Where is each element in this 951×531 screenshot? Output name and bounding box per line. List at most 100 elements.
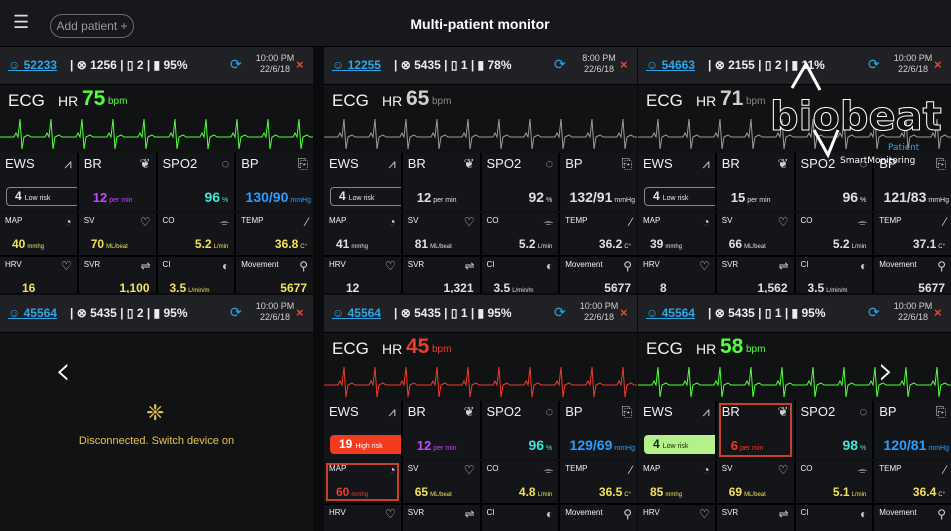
sync-icon[interactable]: ⟳ bbox=[554, 304, 566, 321]
br-tile[interactable]: BR ❦ 6 per min bbox=[716, 401, 794, 459]
svr-tile[interactable]: SVR⇌ 1,552 bbox=[402, 505, 480, 531]
ci-unit: L/min/m bbox=[512, 288, 534, 293]
bp-tile[interactable]: BP ⎘ 132/91 mmHg bbox=[560, 153, 637, 211]
map-tile[interactable]: MAP ◔ 39 mmhg bbox=[638, 213, 715, 255]
sv-label: SV bbox=[721, 216, 733, 225]
map-tile[interactable]: MAP ◔ 40 mmhg bbox=[0, 213, 77, 255]
sync-icon[interactable]: ⟳ bbox=[868, 304, 880, 321]
hrv-tile[interactable]: HRV ♡ 16 bbox=[0, 257, 77, 293]
bp-tile[interactable]: BP ⎘ 130/90 mmHg bbox=[236, 153, 313, 211]
close-icon[interactable]: × bbox=[934, 305, 942, 320]
bp-number: 129/69 bbox=[569, 437, 613, 453]
co-tile[interactable]: CO ⌯ 5.2 L/min bbox=[157, 213, 235, 255]
close-icon[interactable]: × bbox=[620, 57, 628, 72]
ci-tile[interactable]: CI◐ 3.2L/min/m bbox=[481, 505, 559, 531]
spo2-tile[interactable]: SPO2 ◌ 96% bbox=[795, 153, 873, 211]
movement-tile[interactable]: Movement⚲ 1125 bbox=[560, 505, 637, 531]
patient-id-link[interactable]: ☺ 54663 bbox=[646, 58, 695, 72]
close-icon[interactable]: × bbox=[934, 57, 942, 72]
patient-id-link[interactable]: ☺ 52233 bbox=[8, 58, 57, 72]
hrv-tile[interactable]: HRV ♡ 8 bbox=[638, 257, 715, 293]
hrv-tile[interactable]: HRV♡ 60 bbox=[324, 505, 401, 531]
ews-tile[interactable]: EWS ⩘ 4 Low risk bbox=[324, 153, 401, 211]
co-tile[interactable]: CO ⌯ 5.2 L/min bbox=[795, 213, 873, 255]
hamburger-icon[interactable]: ☰ bbox=[13, 13, 31, 31]
patient-id-link[interactable]: ☺ 45564 bbox=[8, 306, 57, 320]
sv-tile[interactable]: SV ♡ 69 ML/beat bbox=[716, 461, 794, 503]
br-tile[interactable]: BR ❦ 12 per min bbox=[402, 401, 480, 459]
spo2-tile[interactable]: SPO2 ◌ 96% bbox=[481, 401, 559, 459]
movement-tile[interactable]: Movement⚲ 442 bbox=[874, 505, 951, 531]
sync-icon[interactable]: ⟳ bbox=[230, 304, 242, 321]
ci-label: CI bbox=[800, 508, 809, 517]
battery-level: 95% bbox=[801, 306, 826, 320]
bp-tile[interactable]: BP ⎘ 120/81 mmHg bbox=[874, 401, 951, 459]
map-unit: mmhg bbox=[351, 244, 369, 250]
br-tile[interactable]: BR ❦ 12 per min bbox=[402, 153, 480, 211]
prev-page-arrow[interactable]: ‹ bbox=[55, 348, 71, 394]
temp-tile[interactable]: TEMP ⁄ 36.2 C° bbox=[560, 213, 637, 255]
ews-tile[interactable]: EWS ⩘ 19 High risk bbox=[324, 401, 401, 459]
temp-tile[interactable]: TEMP ⁄ 37.1 C° bbox=[874, 213, 951, 255]
map-tile[interactable]: MAP ◔ 85 mmhg bbox=[638, 461, 715, 503]
ews-tile[interactable]: EWS ⩘ 4 Low risk bbox=[638, 401, 715, 459]
br-tile[interactable]: BR ❦ 15 per min bbox=[716, 153, 794, 211]
svr-tile[interactable]: SVR⇌ 1,533 bbox=[716, 505, 794, 531]
sv-tile[interactable]: SV ♡ 81 ML/beat bbox=[402, 213, 480, 255]
bp-tile[interactable]: BP ⎘ 129/69 mmHg bbox=[560, 401, 637, 459]
spo2-value: 96% bbox=[528, 437, 552, 453]
sv-tile[interactable]: SV ♡ 66 ML/beat bbox=[716, 213, 794, 255]
map-tile[interactable]: MAP ◔ 60 mmhg bbox=[324, 461, 401, 503]
close-icon[interactable]: × bbox=[296, 305, 304, 320]
ews-risk: High risk bbox=[355, 443, 383, 450]
br-label: BR bbox=[83, 156, 102, 171]
br-value: 12 per min bbox=[417, 190, 457, 205]
sync-icon[interactable]: ⟳ bbox=[868, 56, 880, 73]
co-tile[interactable]: CO ⌯ 5.1 L/min bbox=[795, 461, 873, 503]
spo2-tile[interactable]: SPO2 ◌ 98% bbox=[795, 401, 873, 459]
temp-tile[interactable]: TEMP ⁄ 36.4 C° bbox=[874, 461, 951, 503]
movement-tile[interactable]: Movement ⚲ 5677 bbox=[874, 257, 951, 293]
ci-tile[interactable]: CI ◐ 3.5 L/min/m bbox=[157, 257, 235, 293]
sync-icon[interactable]: ⟳ bbox=[554, 56, 566, 73]
co-tile[interactable]: CO ⌯ 4.8 L/min bbox=[481, 461, 559, 503]
close-icon[interactable]: × bbox=[620, 305, 628, 320]
ci-tile[interactable]: CI ◐ 3.5 L/min/m bbox=[481, 257, 559, 293]
add-patient-button[interactable]: Add patient + bbox=[50, 14, 134, 38]
ci-tile[interactable]: CI ◐ 3.5 L/min/m bbox=[795, 257, 873, 293]
heart-rate-value: 65 bbox=[406, 87, 430, 110]
vessel-icon: ⇌ bbox=[140, 259, 151, 273]
movement-tile[interactable]: Movement ⚲ 5677 bbox=[236, 257, 313, 293]
movement-tile[interactable]: Movement ⚲ 5677 bbox=[560, 257, 637, 293]
ews-risk: Low risk bbox=[24, 195, 51, 202]
spo2-tile[interactable]: SPO2 ◌ 96% bbox=[157, 153, 235, 211]
spo2-unit: % bbox=[222, 197, 229, 204]
spo2-tile[interactable]: SPO2 ◌ 92% bbox=[481, 153, 559, 211]
ci-tile[interactable]: CI◐ 3.0L/min/m bbox=[795, 505, 873, 531]
bp-tile[interactable]: BP ⎘ 121/83 mmHg bbox=[874, 153, 951, 211]
vitals-row-detail: MAP ◔ 85 mmhg SV ♡ 69 ML/beat CO ⌯ 5.1 L/min TEMP… bbox=[638, 461, 951, 531]
close-icon[interactable]: × bbox=[296, 57, 304, 72]
hrv-tile[interactable]: HRV♡ 4 bbox=[638, 505, 715, 531]
sv-tile[interactable]: SV ♡ 70 ML/beat bbox=[78, 213, 156, 255]
svr-tile[interactable]: SVR ⇌ 1,321 bbox=[402, 257, 480, 293]
ci-label: CI bbox=[162, 260, 171, 269]
next-page-arrow[interactable]: › bbox=[878, 348, 894, 394]
patient-id-link[interactable]: ☺ 12255 bbox=[332, 58, 381, 72]
patient-id-link[interactable]: ☺ 45564 bbox=[332, 306, 381, 320]
hrv-tile[interactable]: HRV ♡ 12 bbox=[324, 257, 401, 293]
time: 8:00 PM bbox=[582, 53, 616, 63]
svr-tile[interactable]: SVR ⇌ 1,100 bbox=[78, 257, 156, 293]
ews-tile[interactable]: EWS ⩘ 4 Low risk bbox=[0, 153, 77, 211]
svr-tile[interactable]: SVR ⇌ 1,562 bbox=[716, 257, 794, 293]
br-tile[interactable]: BR ❦ 12 per min bbox=[78, 153, 156, 211]
map-tile[interactable]: MAP ◔ 41 mmhg bbox=[324, 213, 401, 255]
co-tile[interactable]: CO ⌯ 5.2 L/min bbox=[481, 213, 559, 255]
temp-tile[interactable]: TEMP ⁄ 36.5 C° bbox=[560, 461, 637, 503]
sv-tile[interactable]: SV ♡ 65 ML/beat bbox=[402, 461, 480, 503]
spo2-label: SPO2 bbox=[162, 156, 198, 171]
patient-id-link[interactable]: ☺ 45564 bbox=[646, 306, 695, 320]
sync-icon[interactable]: ⟳ bbox=[230, 56, 242, 73]
temp-tile[interactable]: TEMP ⁄ 36.8 C° bbox=[236, 213, 313, 255]
ews-tile[interactable]: EWS ⩘ 4 Low risk bbox=[638, 153, 715, 211]
